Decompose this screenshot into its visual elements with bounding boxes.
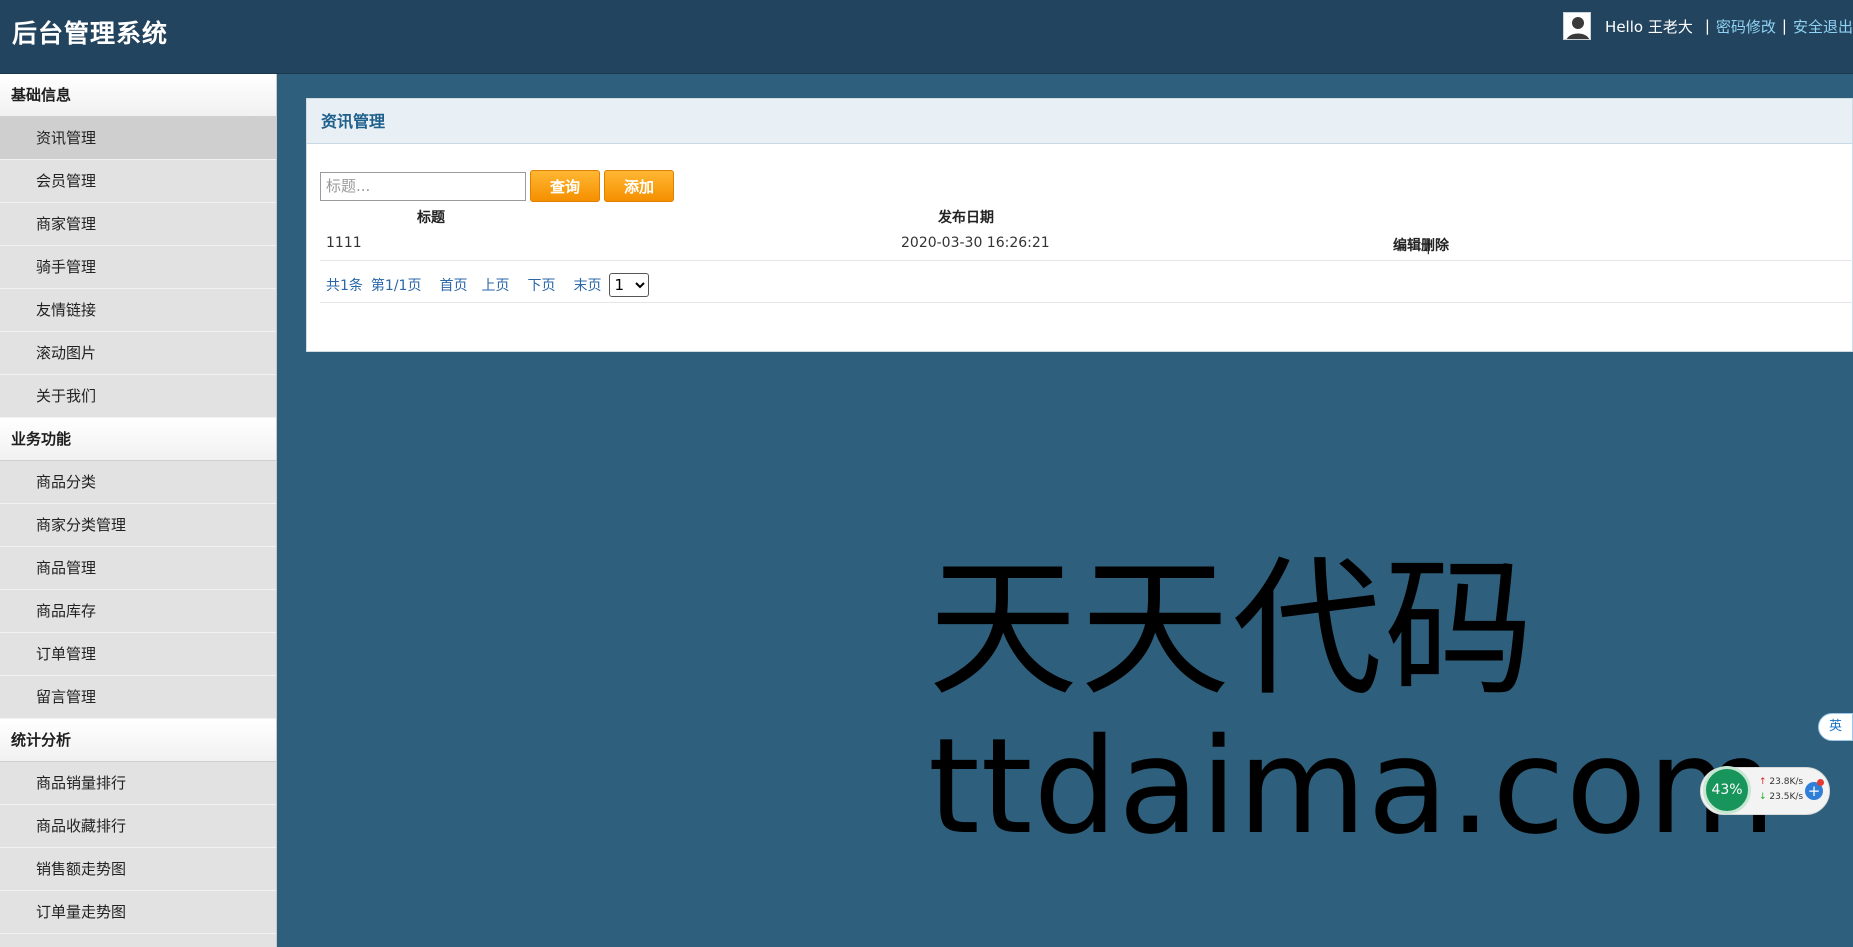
sidebar-item-riders[interactable]: 骑手管理 (0, 246, 276, 289)
sidebar-item-about-us[interactable]: 关于我们 (0, 375, 276, 418)
logout-link[interactable]: 安全退出 (1793, 16, 1853, 37)
column-header-title: 标题 (417, 210, 445, 226)
upload-speed: 23.8K/s (1769, 777, 1804, 787)
sidebar-item-products[interactable]: 商品管理 (0, 547, 276, 590)
watermark: 天天代码 ttdaima.com (928, 555, 1777, 853)
pager-last-link[interactable]: 末页 (573, 275, 601, 295)
sidebar-item-favorites-ranking[interactable]: 商品收藏排行 (0, 805, 276, 848)
sidebar-item-order-trend[interactable]: 订单量走势图 (0, 891, 276, 934)
separator: | (1781, 17, 1787, 35)
sidebar-group-basic[interactable]: 基础信息 (0, 74, 276, 117)
sidebar-item-inventory[interactable]: 商品库存 (0, 590, 276, 633)
net-usage-ring: 43% (1703, 766, 1751, 814)
ime-language-badge[interactable]: 英 (1818, 713, 1853, 741)
download-speed: 23.5K/s (1769, 792, 1804, 802)
pager-first-link[interactable]: 首页 (439, 275, 467, 295)
table-header: 标题 发布日期 (320, 205, 1853, 229)
watermark-line-1: 天天代码 (928, 543, 1537, 717)
user-avatar-icon (1563, 12, 1592, 40)
sidebar-item-revenue-trend[interactable]: 销售额走势图 (0, 848, 276, 891)
pagination: 共1条 第1/1页 首页 上页 下页 末页 1 (320, 267, 1853, 303)
column-header-date: 发布日期 (938, 210, 994, 226)
user-greeting: Hello 王老大 (1605, 17, 1693, 36)
search-input[interactable] (320, 171, 526, 201)
add-button[interactable]: 添加 (604, 170, 674, 202)
search-button[interactable]: 查询 (530, 170, 600, 202)
sidebar-item-sales-ranking[interactable]: 商品销量排行 (0, 762, 276, 805)
sidebar-item-carousel[interactable]: 滚动图片 (0, 332, 276, 375)
table-row: 1111 2020-03-30 16:26:21 编辑 | 删除 (320, 231, 1853, 261)
user-box: Hello 王老大 | 密码修改 | 安全退出 (1563, 12, 1853, 40)
sidebar-item-orders[interactable]: 订单管理 (0, 633, 276, 676)
change-password-link[interactable]: 密码修改 (1716, 16, 1776, 37)
top-header: 后台管理系统 Hello 王老大 | 密码修改 | 安全退出 (0, 0, 1853, 74)
row-actions: 编辑 | 删除 (1393, 235, 1449, 255)
app-title: 后台管理系统 (12, 19, 169, 48)
upload-arrow-icon: ↑ (1759, 777, 1767, 787)
sidebar-group-business[interactable]: 业务功能 (0, 418, 276, 461)
notification-dot-icon (1817, 779, 1824, 786)
watermark-line-2: ttdaima.com (928, 710, 1778, 864)
sidebar-item-merchant-categories[interactable]: 商家分类管理 (0, 504, 276, 547)
pager-page-info: 第1/1页 (370, 277, 422, 294)
network-speed-widget[interactable]: 43% ↑ 23.8K/s ↓ 23.5K/s + (1700, 766, 1830, 815)
news-panel: 资讯管理 查询 添加 标题 发布日期 1111 2020-03-30 16:26… (306, 98, 1853, 352)
separator: | (1704, 17, 1710, 35)
search-toolbar: 查询 添加 (320, 170, 674, 202)
sidebar-item-members[interactable]: 会员管理 (0, 160, 276, 203)
sidebar: 基础信息 资讯管理 会员管理 商家管理 骑手管理 友情链接 滚动图片 关于我们 … (0, 74, 277, 947)
sidebar-item-news[interactable]: 资讯管理 (0, 117, 276, 160)
sidebar-item-friend-links[interactable]: 友情链接 (0, 289, 276, 332)
panel-title: 资讯管理 (307, 99, 1852, 144)
pager-next-link[interactable]: 下页 (527, 275, 555, 295)
sidebar-item-product-categories[interactable]: 商品分类 (0, 461, 276, 504)
sidebar-group-stats[interactable]: 统计分析 (0, 719, 276, 762)
sidebar-item-merchants[interactable]: 商家管理 (0, 203, 276, 246)
row-date: 2020-03-30 16:26:21 (901, 235, 1050, 251)
row-title: 1111 (326, 235, 362, 251)
edit-link[interactable]: 编辑 (1393, 238, 1421, 254)
page-select[interactable]: 1 (609, 272, 650, 297)
download-arrow-icon: ↓ (1759, 792, 1767, 802)
sidebar-item-messages[interactable]: 留言管理 (0, 676, 276, 719)
pager-prev-link[interactable]: 上页 (481, 275, 509, 295)
pager-total: 共1条 (326, 277, 363, 294)
separator: | (1426, 239, 1431, 255)
net-speed-text: ↑ 23.8K/s ↓ 23.5K/s (1759, 775, 1803, 805)
